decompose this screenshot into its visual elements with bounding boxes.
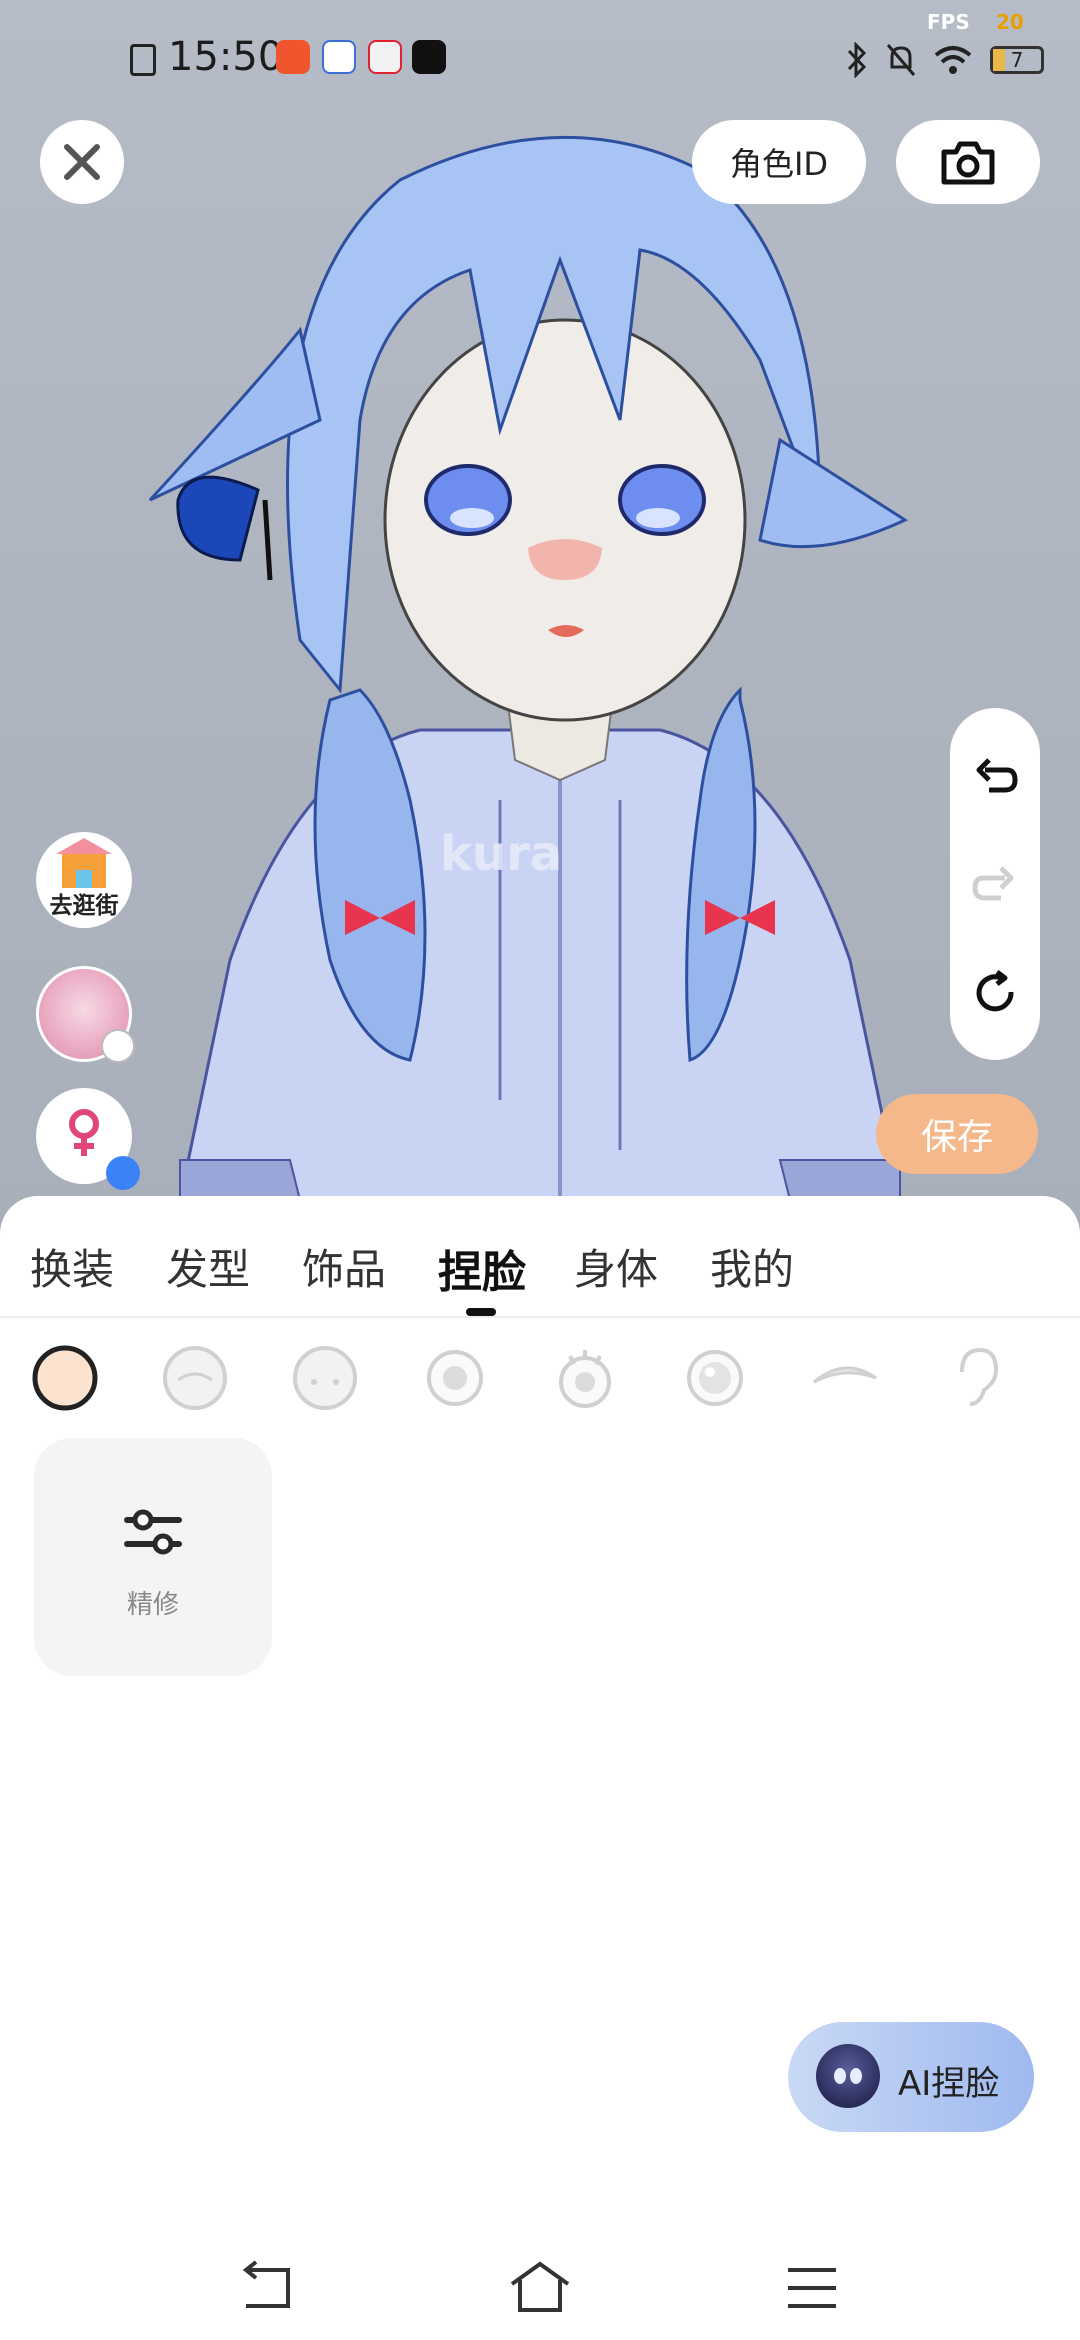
- divider: [0, 1316, 1080, 1318]
- sliders-icon: [124, 1509, 182, 1555]
- battery-icon: 7: [990, 46, 1044, 74]
- shop-label: 去逛街: [49, 893, 119, 919]
- tab-outfit[interactable]: 换装: [30, 1236, 114, 1297]
- fine-tune-label: 精修: [126, 1590, 179, 1620]
- ai-face-button[interactable]: AI捏脸: [788, 2022, 1034, 2132]
- tab-mine[interactable]: 我的: [710, 1236, 794, 1297]
- mute-bell-icon: [886, 44, 916, 76]
- system-nav-bar: [0, 2230, 1080, 2340]
- camera-icon: [941, 141, 995, 185]
- menu-nav-icon[interactable]: [782, 2258, 842, 2318]
- app-notification-icon: [322, 40, 356, 74]
- fps-value: 20: [996, 10, 1024, 34]
- fps-label: FPS: [927, 10, 970, 34]
- back-nav-icon[interactable]: [238, 2258, 298, 2318]
- fine-tune-tile[interactable]: 精修: [34, 1438, 272, 1676]
- avatar-3d-viewport[interactable]: kura 15:50 FPS 20 7 角色ID 去逛街 保存: [0, 0, 1080, 1240]
- status-bar: 15:50 FPS 20 7: [0, 0, 1080, 110]
- hide-badge-icon: [101, 1029, 135, 1063]
- active-tab-indicator: [466, 1308, 496, 1316]
- robot-icon: [816, 2044, 880, 2108]
- category-tabs: 换装 发型 饰品 捏脸 身体 我的: [0, 1196, 1080, 1316]
- face-expression-icon[interactable]: [290, 1342, 360, 1412]
- eye-lashes-icon[interactable]: [550, 1342, 620, 1412]
- battery-level: 7: [1010, 48, 1024, 72]
- status-time: 15:50: [168, 34, 284, 80]
- eye-pupil-icon[interactable]: [680, 1342, 750, 1412]
- gender-switch-button[interactable]: [36, 1088, 140, 1190]
- ai-face-label: AI捏脸: [898, 2064, 1000, 2104]
- face-outline-icon[interactable]: [160, 1342, 230, 1412]
- tab-face[interactable]: 捏脸: [438, 1236, 526, 1300]
- reset-icon[interactable]: [971, 968, 1019, 1016]
- close-button[interactable]: [40, 120, 124, 204]
- eye-icon[interactable]: [420, 1342, 490, 1412]
- svg-text:kura: kura: [440, 826, 562, 882]
- face-shape-icon[interactable]: [30, 1342, 100, 1412]
- ear-icon[interactable]: [940, 1342, 1010, 1412]
- bluetooth-icon: [847, 42, 867, 78]
- home-nav-icon[interactable]: [510, 2258, 570, 2318]
- app-notification-icon: [368, 40, 402, 74]
- app-notification-icon: [276, 40, 310, 74]
- undo-icon[interactable]: [971, 752, 1019, 800]
- tab-hairstyle[interactable]: 发型: [166, 1236, 250, 1297]
- shop-button[interactable]: 去逛街: [36, 832, 132, 928]
- eyebrow-icon[interactable]: [810, 1342, 880, 1412]
- wifi-icon: [934, 46, 972, 74]
- sim-card-icon: [130, 44, 156, 76]
- customize-panel: 换装 发型 饰品 捏脸 身体 我的 精修: [0, 1196, 1080, 2340]
- camera-button[interactable]: [896, 120, 1040, 204]
- close-icon: [64, 144, 100, 180]
- avatar-thumbnail[interactable]: [36, 966, 135, 1063]
- tiktok-icon: [412, 40, 446, 74]
- history-controls: [950, 708, 1040, 1060]
- redo-icon[interactable]: [971, 860, 1019, 908]
- role-id-button[interactable]: 角色ID: [692, 120, 866, 204]
- swap-icon: [106, 1156, 140, 1190]
- save-button[interactable]: 保存: [876, 1094, 1038, 1174]
- tab-body[interactable]: 身体: [574, 1236, 658, 1297]
- tab-accessories[interactable]: 饰品: [302, 1236, 386, 1297]
